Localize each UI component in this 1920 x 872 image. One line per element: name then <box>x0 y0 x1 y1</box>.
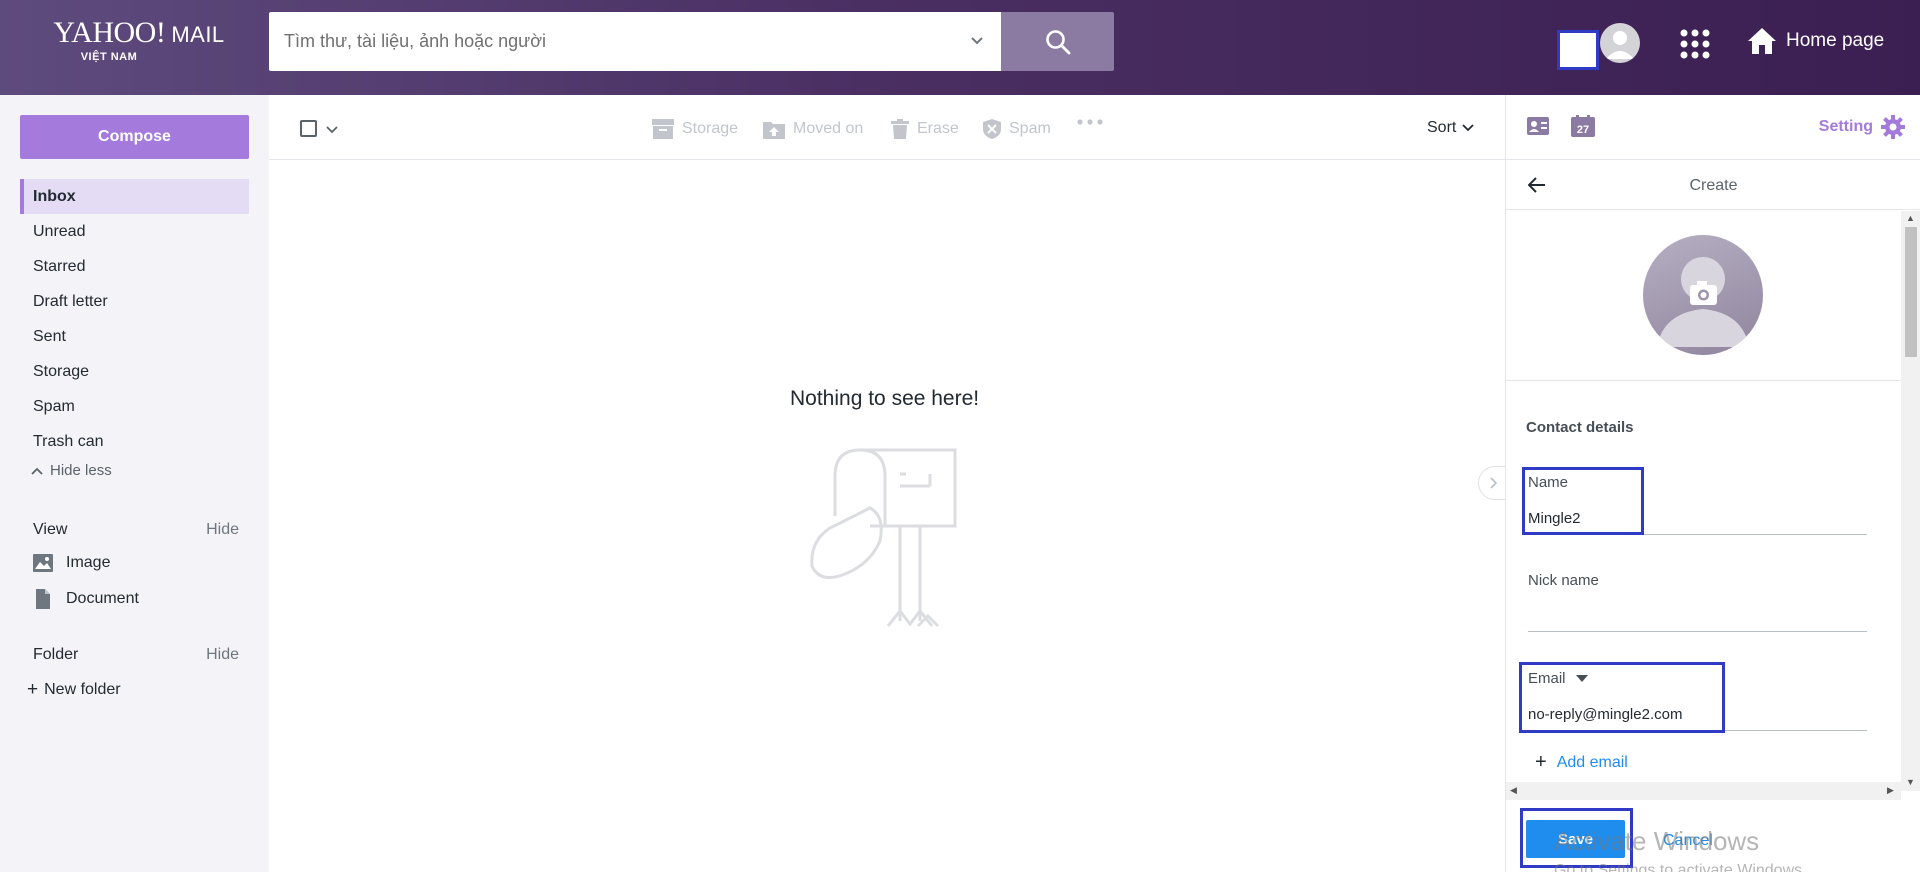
search-icon <box>1045 29 1070 54</box>
nickname-label: Nick name <box>1528 572 1599 589</box>
calendar-day: 27 <box>1577 124 1589 136</box>
left-sidebar: Compose Inbox Unread Starred Draft lette… <box>0 95 269 872</box>
chevron-down-icon[interactable] <box>969 32 985 53</box>
plus-icon: + <box>27 679 39 700</box>
new-folder-button[interactable]: + New folder <box>27 679 121 701</box>
empty-mailbox-illustration <box>810 446 960 636</box>
email-highlight-box <box>1519 662 1725 733</box>
scroll-up-icon[interactable]: ▲ <box>1906 213 1915 223</box>
view-hide-button[interactable]: Hide <box>206 521 239 539</box>
logo-brand: YAHOO! <box>53 16 166 49</box>
image-icon <box>33 554 53 572</box>
contacts-icon[interactable] <box>1527 117 1549 140</box>
folder-hide-button[interactable]: Hide <box>206 646 239 664</box>
chevron-down-icon <box>1462 124 1474 132</box>
view-label: View <box>33 521 68 538</box>
setting-button[interactable]: Setting <box>1819 115 1905 139</box>
contact-photo-upload[interactable] <box>1643 235 1763 355</box>
right-panel-toolbar: 27 Setting <box>1506 95 1920 160</box>
sidebar-item-storage[interactable]: Storage <box>20 354 249 389</box>
more-actions-button[interactable] <box>1077 119 1111 125</box>
folder-nav: Inbox Unread Starred Draft letter Sent S… <box>20 179 249 459</box>
scroll-down-icon[interactable]: ▼ <box>1906 777 1915 787</box>
search-input[interactable] <box>269 12 929 71</box>
header-bar: YAHOO!MAIL VIỆT NAM Home page <box>0 0 1920 95</box>
activate-windows-subtext: Go to Settings to activate Windows. <box>1554 862 1807 872</box>
archive-icon <box>652 119 674 139</box>
select-all-checkbox[interactable] <box>300 120 317 137</box>
document-label: Document <box>66 590 139 607</box>
home-page-label: Home page <box>1786 30 1885 51</box>
contact-details-heading: Contact details <box>1526 419 1634 436</box>
moved-on-label: Moved on <box>793 120 864 137</box>
scroll-right-icon[interactable]: ▶ <box>1887 785 1894 796</box>
new-folder-label: New folder <box>44 681 121 698</box>
sidebar-item-spam[interactable]: Spam <box>20 389 249 424</box>
hide-less-toggle[interactable]: Hide less <box>30 462 112 479</box>
activate-windows-watermark: Activate Windows <box>1554 826 1760 856</box>
chevron-down-icon[interactable] <box>326 122 338 140</box>
panel-collapse-handle[interactable] <box>1478 466 1506 500</box>
sidebar-item-document[interactable]: Document <box>33 589 139 609</box>
photo-section <box>1506 211 1901 381</box>
logo-sub: VIỆT NAM <box>80 51 138 63</box>
view-section-header: View Hide <box>33 521 239 539</box>
add-email-label: Add email <box>1556 753 1628 771</box>
sidebar-item-sent[interactable]: Sent <box>20 319 249 354</box>
image-label: Image <box>66 554 111 571</box>
document-icon <box>36 589 50 609</box>
storage-label: Storage <box>682 120 739 137</box>
vertical-scrollbar[interactable]: ▲ ▼ <box>1901 211 1920 791</box>
name-highlight-box <box>1522 467 1644 535</box>
folder-section-header: Folder Hide <box>33 646 239 664</box>
add-email-button[interactable]: + Add email <box>1535 751 1628 774</box>
move-icon <box>763 122 785 139</box>
compose-button[interactable]: Compose <box>20 115 249 159</box>
yahoo-mail-logo[interactable]: YAHOO! MAIL VIỆT NAM <box>44 16 234 64</box>
folder-label: Folder <box>33 646 79 663</box>
trash-icon <box>891 119 909 139</box>
right-contact-panel: 27 Setting Create Contact details Name M… <box>1505 95 1920 872</box>
sort-button[interactable]: Sort <box>1427 119 1474 137</box>
home-icon <box>1748 28 1776 54</box>
erase-button[interactable]: Erase <box>891 119 959 139</box>
nickname-field[interactable]: Nick name <box>1528 568 1867 632</box>
apps-grid-icon[interactable] <box>1679 28 1711 65</box>
home-page-link[interactable]: Home page <box>1746 25 1884 57</box>
contact-form: Contact details Name Mingle2 Nick name E… <box>1506 211 1920 791</box>
erase-label: Erase <box>917 120 959 137</box>
avatar[interactable] <box>1600 23 1640 63</box>
scrollbar-thumb[interactable] <box>1905 227 1917 357</box>
search-button[interactable] <box>1001 12 1114 71</box>
sidebar-item-inbox[interactable]: Inbox <box>20 179 249 214</box>
scroll-left-icon[interactable]: ◀ <box>1510 785 1517 796</box>
sidebar-item-image[interactable]: Image <box>33 554 110 572</box>
setting-label: Setting <box>1818 118 1873 135</box>
move-button[interactable]: Moved on <box>763 119 863 139</box>
search-box <box>269 12 1001 71</box>
plus-icon: + <box>1535 751 1547 773</box>
sidebar-item-starred[interactable]: Starred <box>20 249 249 284</box>
highlight-box <box>1557 30 1599 70</box>
chevron-up-icon <box>31 467 43 475</box>
more-dots-icon <box>1077 119 1103 125</box>
chevron-right-icon <box>1489 477 1497 489</box>
spam-label: Spam <box>1009 120 1051 137</box>
hide-less-label: Hide less <box>50 462 112 479</box>
sort-label: Sort <box>1427 119 1457 136</box>
calendar-icon[interactable]: 27 <box>1571 115 1595 142</box>
empty-state-message: Nothing to see here! <box>790 387 980 410</box>
shield-icon <box>983 119 1001 139</box>
spam-button[interactable]: Spam <box>983 119 1051 139</box>
horizontal-scrollbar[interactable]: ◀ ▶ <box>1506 782 1901 800</box>
gear-icon <box>1881 115 1905 139</box>
create-contact-bar: Create <box>1506 160 1920 210</box>
storage-button[interactable]: Storage <box>652 119 738 139</box>
sidebar-item-unread[interactable]: Unread <box>20 214 249 249</box>
sidebar-item-draft[interactable]: Draft letter <box>20 284 249 319</box>
sidebar-item-trash[interactable]: Trash can <box>20 424 249 459</box>
message-toolbar: Storage Moved on Erase Spam Sort <box>269 95 1505 160</box>
create-title: Create <box>1689 177 1738 194</box>
logo-mail: MAIL <box>171 22 225 47</box>
